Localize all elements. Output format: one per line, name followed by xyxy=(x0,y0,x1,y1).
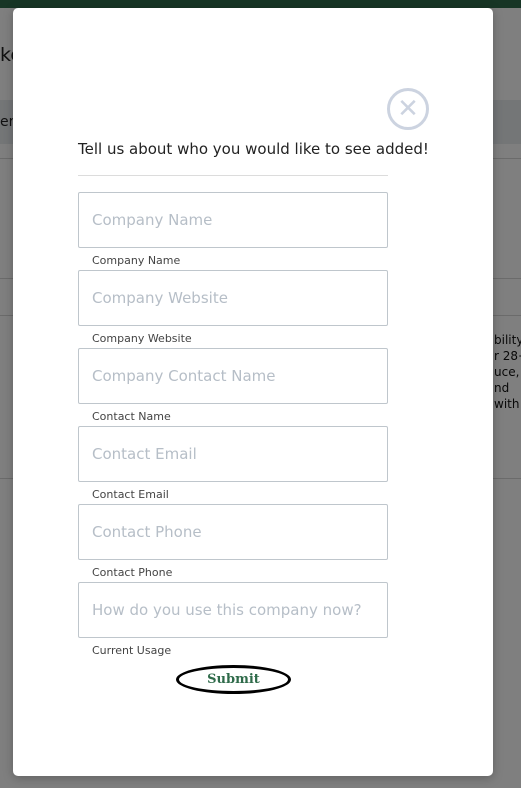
close-icon[interactable]: ✕ xyxy=(387,88,429,130)
contact-email-input[interactable] xyxy=(78,426,388,482)
company-website-group: Company Website xyxy=(78,270,388,345)
contact-name-input[interactable] xyxy=(78,348,388,404)
company-name-input[interactable] xyxy=(78,192,388,248)
contact-email-label: Contact Email xyxy=(92,488,169,501)
company-website-label: Company Website xyxy=(92,332,192,345)
heading-divider xyxy=(78,175,388,176)
contact-phone-label: Contact Phone xyxy=(92,566,173,579)
contact-name-label: Contact Name xyxy=(92,410,171,423)
submit-button[interactable]: Submit xyxy=(176,665,291,694)
company-name-group: Company Name xyxy=(78,192,388,267)
company-website-input[interactable] xyxy=(78,270,388,326)
contact-phone-input[interactable] xyxy=(78,504,388,560)
current-usage-label: Current Usage xyxy=(92,644,172,657)
current-usage-input[interactable] xyxy=(78,582,388,638)
add-company-modal: ✕ Tell us about who you would like to se… xyxy=(13,8,493,776)
current-usage-group: Current Usage xyxy=(78,582,388,657)
contact-name-group: Contact Name xyxy=(78,348,388,423)
contact-phone-group: Contact Phone xyxy=(78,504,388,579)
modal-heading: Tell us about who you would like to see … xyxy=(78,140,429,158)
contact-email-group: Contact Email xyxy=(78,426,388,501)
company-name-label: Company Name xyxy=(92,254,181,267)
